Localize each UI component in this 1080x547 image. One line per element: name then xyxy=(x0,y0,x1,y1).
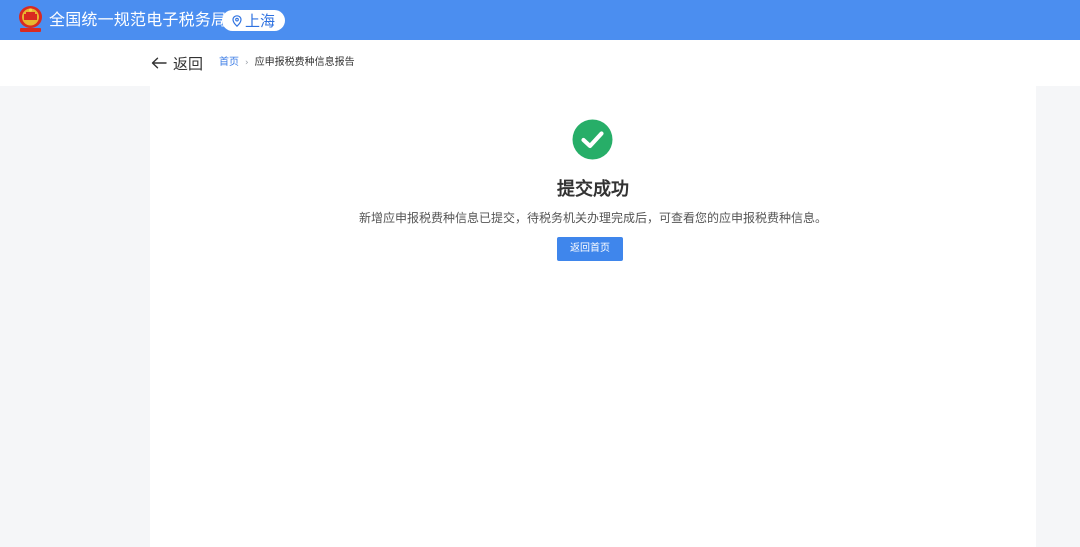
region-label: 上海 xyxy=(244,11,275,30)
result-title: 提交成功 xyxy=(557,179,629,200)
location-pin-icon xyxy=(232,14,242,27)
result-panel: 提交成功 新增应申报税费种信息已提交，待税务机关办理完成后，可查看您的应申报税费… xyxy=(150,86,1036,547)
breadcrumb-separator: › xyxy=(245,58,249,68)
back-label: 返回 xyxy=(173,54,204,73)
breadcrumb: 首页 › 应申报税费种信息报告 xyxy=(219,56,355,70)
arrow-left-icon xyxy=(151,57,167,69)
breadcrumb-current: 应申报税费种信息报告 xyxy=(254,57,355,68)
breadcrumb-home-link[interactable]: 首页 xyxy=(219,56,239,70)
check-circle-icon xyxy=(572,119,613,160)
return-home-button[interactable]: 返回首页 xyxy=(557,237,623,261)
sub-navigation: 返回 首页 › 应申报税费种信息报告 xyxy=(0,40,1080,86)
back-button[interactable]: 返回 xyxy=(151,53,203,73)
result-description: 新增应申报税费种信息已提交，待税务机关办理完成后，可查看您的应申报税费种信息。 xyxy=(358,211,827,225)
national-emblem-icon xyxy=(19,6,42,32)
site-title: 全国统一规范电子税务局 xyxy=(49,10,228,29)
top-header: 全国统一规范电子税务局 上海 xyxy=(0,0,1080,40)
region-selector[interactable]: 上海 xyxy=(222,10,285,31)
